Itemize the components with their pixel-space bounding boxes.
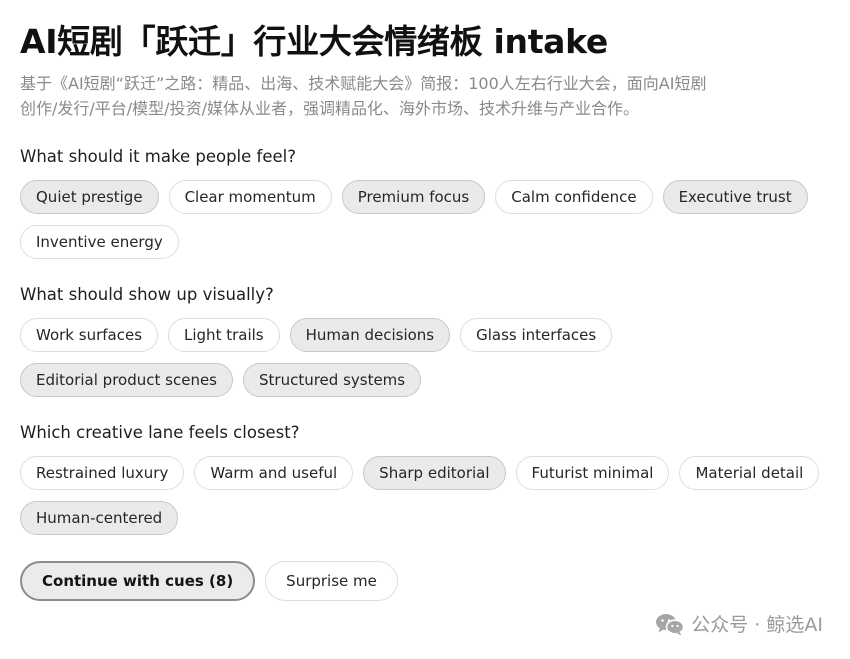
intake-form: AI短剧「跃迁」行业大会情绪板 intake 基于《AI短剧“跃迁”之路：精品、… <box>20 18 820 601</box>
surprise-me-button[interactable]: Surprise me <box>265 561 398 601</box>
chip-calm-confidence[interactable]: Calm confidence <box>495 180 653 214</box>
chip-editorial-product-scenes[interactable]: Editorial product scenes <box>20 363 233 397</box>
question-creative-lane: Which creative lane feels closest? <box>20 423 300 442</box>
chip-human-decisions[interactable]: Human decisions <box>289 318 451 352</box>
watermark-text: 公众号 · 鲸选AI <box>691 614 823 636</box>
chip-human-centered[interactable]: Human-centered <box>20 501 179 535</box>
chip-sharp-editorial[interactable]: Sharp editorial <box>363 456 506 490</box>
section-feel: What should it make people feel? Quiet p… <box>20 146 820 259</box>
chip-warm-and-useful[interactable]: Warm and useful <box>194 456 354 490</box>
wechat-icon <box>655 612 685 636</box>
chip-futurist-minimal[interactable]: Futurist minimal <box>515 456 670 490</box>
page-title: AI短剧「跃迁」行业大会情绪板 intake <box>20 22 608 61</box>
chip-group-creative-lane: Restrained luxury Warm and useful Sharp … <box>20 456 832 535</box>
question-visuals: What should show up visually? <box>20 285 274 304</box>
section-visuals: What should show up visually? Work surfa… <box>20 284 820 397</box>
chip-light-trails[interactable]: Light trails <box>168 318 280 352</box>
chip-group-feel: Quiet prestige Clear momentum Premium fo… <box>20 180 832 259</box>
action-bar: Continue with cues (8) Surprise me <box>20 561 820 601</box>
chip-material-detail[interactable]: Material detail <box>679 456 820 490</box>
chip-inventive-energy[interactable]: Inventive energy <box>20 225 179 259</box>
chip-quiet-prestige[interactable]: Quiet prestige <box>20 180 159 214</box>
continue-button[interactable]: Continue with cues (8) <box>20 561 256 601</box>
chip-work-surfaces[interactable]: Work surfaces <box>20 318 159 352</box>
chip-glass-interfaces[interactable]: Glass interfaces <box>460 318 613 352</box>
chip-premium-focus[interactable]: Premium focus <box>341 180 486 214</box>
chip-restrained-luxury[interactable]: Restrained luxury <box>20 456 185 490</box>
brief-description: 基于《AI短剧“跃迁”之路：精品、出海、技术赋能大会》简报：100人左右行业大会… <box>20 74 707 118</box>
section-creative-lane: Which creative lane feels closest? Restr… <box>20 422 820 535</box>
watermark: 公众号 · 鲸选AI <box>655 610 823 637</box>
question-feel: What should it make people feel? <box>20 147 296 166</box>
chip-executive-trust[interactable]: Executive trust <box>662 180 808 214</box>
chip-clear-momentum[interactable]: Clear momentum <box>168 180 332 214</box>
chip-group-visuals: Work surfaces Light trails Human decisio… <box>20 318 832 397</box>
chip-structured-systems[interactable]: Structured systems <box>243 363 422 397</box>
